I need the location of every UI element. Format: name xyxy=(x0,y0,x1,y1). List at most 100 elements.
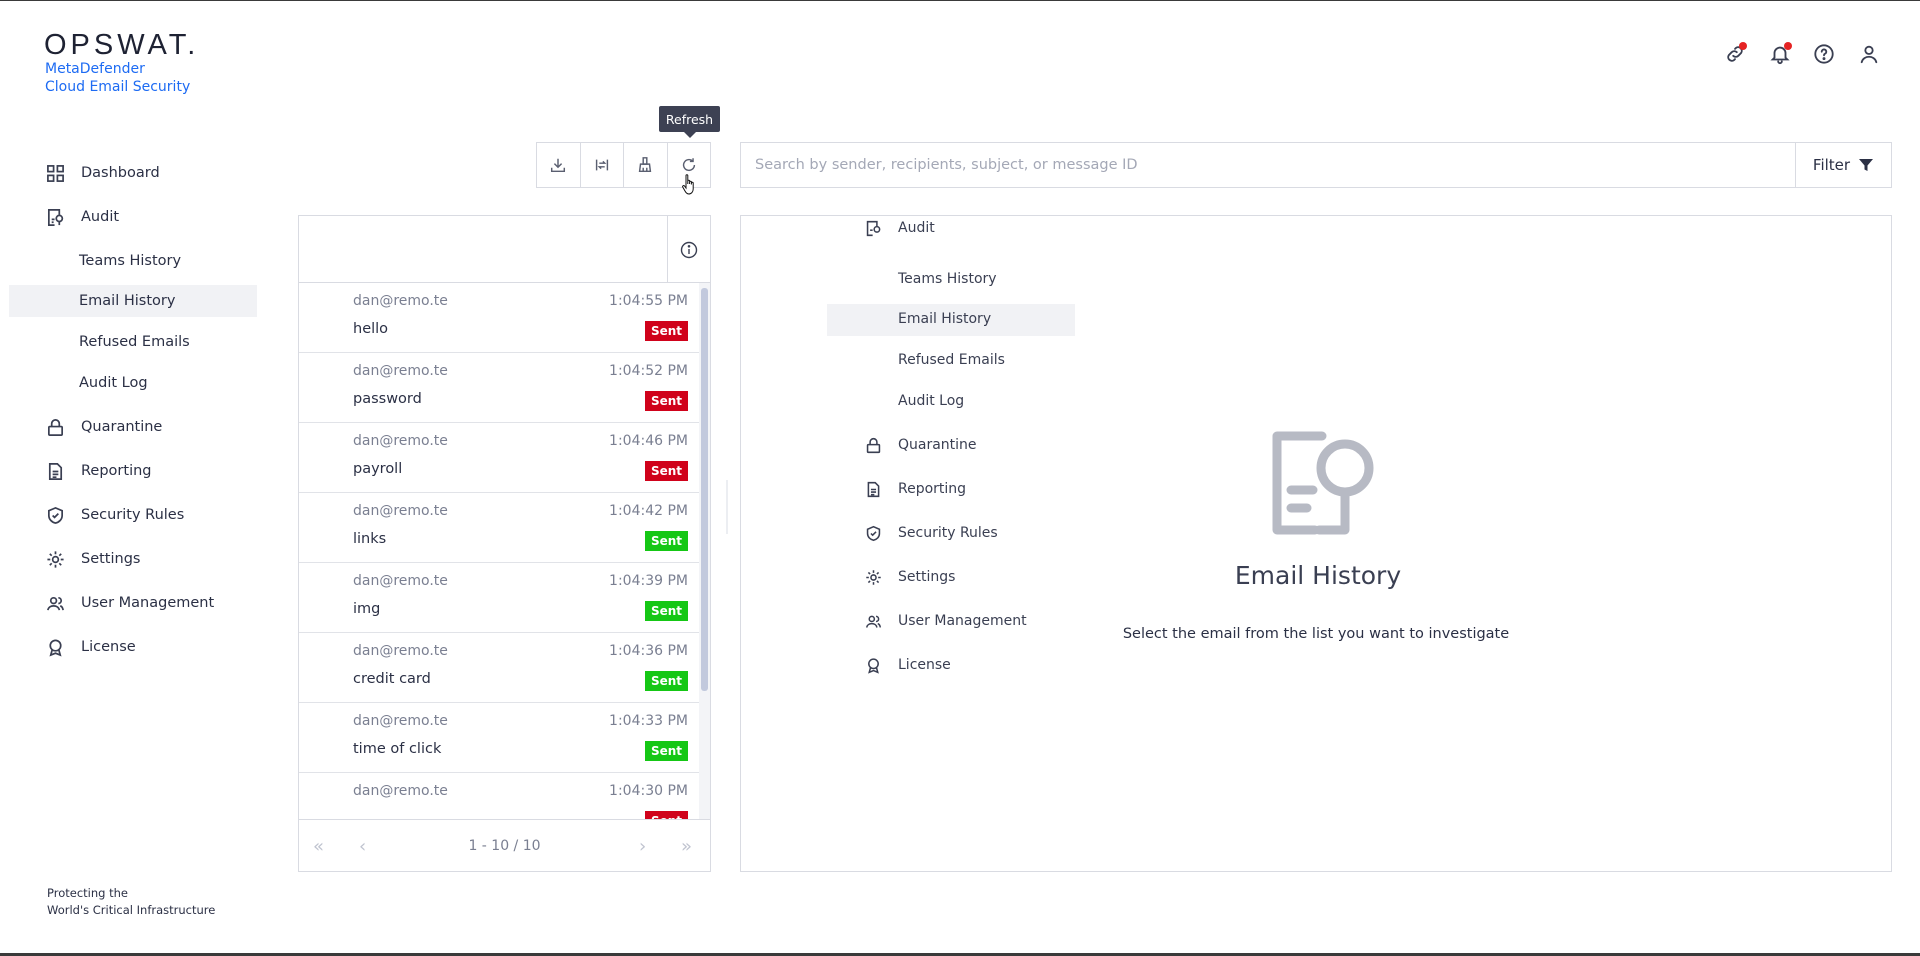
sidebar-item-label: Security Rules xyxy=(81,507,185,523)
email-sender: dan@remo.te xyxy=(353,293,448,309)
info-icon xyxy=(680,241,698,258)
email-row[interactable]: dan@remo.te 1:04:46 PM payroll Sent xyxy=(299,423,699,493)
email-sender: dan@remo.te xyxy=(353,643,448,659)
ghost-nav-audit: Audit xyxy=(864,216,935,241)
status-badge: Sent xyxy=(644,671,688,691)
filter-icon xyxy=(1859,159,1874,171)
pagination: « ‹ 1 - 10 / 10 › » xyxy=(299,819,710,871)
page-range: 1 - 10 / 10 xyxy=(468,838,541,854)
ghost-nav-audit-log: Audit Log xyxy=(898,393,965,409)
award-icon xyxy=(864,656,882,674)
gear-icon xyxy=(45,549,65,569)
email-row[interactable]: dan@remo.te 1:04:30 PM Sent xyxy=(299,773,699,819)
email-time: 1:04:33 PM xyxy=(609,713,688,729)
email-row[interactable]: dan@remo.te 1:04:42 PM links Sent xyxy=(299,493,699,563)
opswat-logo: OPSWAT. xyxy=(44,29,200,61)
sync-button[interactable] xyxy=(580,143,624,187)
product-name-line1: MetaDefender xyxy=(45,61,145,77)
sidebar-item-quarantine[interactable]: Quarantine xyxy=(45,413,162,441)
audit-icon xyxy=(864,219,882,237)
tagline-line2: World's Critical Infrastructure xyxy=(47,903,216,917)
sync-icon xyxy=(595,159,608,171)
bell-icon[interactable] xyxy=(1766,40,1794,68)
sidebar-item-label: Reporting xyxy=(81,463,152,479)
next-page-button[interactable]: › xyxy=(639,836,646,857)
email-detail-panel: Audit Teams History Email History Refuse… xyxy=(740,215,1892,872)
status-badge: Sent xyxy=(644,601,688,621)
email-sender: dan@remo.te xyxy=(353,503,448,519)
shield-check-icon xyxy=(45,505,65,525)
audit-icon xyxy=(45,207,65,227)
email-row[interactable]: dan@remo.te 1:04:36 PM credit card Sent xyxy=(299,633,699,703)
users-icon xyxy=(45,593,65,613)
sidebar-item-security-rules[interactable]: Security Rules xyxy=(45,501,184,529)
email-time: 1:04:55 PM xyxy=(609,293,688,309)
panel-resize-handle[interactable] xyxy=(726,480,728,534)
email-list-panel: dan@remo.te 1:04:55 PM hello Sent dan@re… xyxy=(298,215,711,872)
sidebar-item-user-management[interactable]: User Management xyxy=(45,589,214,617)
cleanup-icon xyxy=(639,157,652,173)
email-time: 1:04:36 PM xyxy=(609,643,688,659)
email-time: 1:04:52 PM xyxy=(609,363,688,379)
sidebar-item-label: License xyxy=(81,639,136,655)
cleanup-button[interactable] xyxy=(624,143,668,187)
email-row[interactable]: dan@remo.te 1:04:39 PM img Sent xyxy=(299,563,699,633)
email-time: 1:04:39 PM xyxy=(609,573,688,589)
help-icon[interactable] xyxy=(1810,40,1838,68)
notification-dot xyxy=(1784,42,1792,50)
search-box xyxy=(740,142,1797,188)
ghost-nav-email-history: Email History xyxy=(898,311,992,327)
sidebar-item-teams-history[interactable]: Teams History xyxy=(79,247,181,275)
report-icon xyxy=(45,461,65,481)
status-badge: Sent xyxy=(644,391,688,411)
sidebar-item-label: Settings xyxy=(81,551,141,567)
email-subject: payroll xyxy=(353,461,403,477)
ghost-nav-security-rules: Security Rules xyxy=(864,520,998,546)
sidebar-item-license[interactable]: License xyxy=(45,633,136,661)
ghost-nav-license: License xyxy=(864,652,951,678)
sidebar-item-settings[interactable]: Settings xyxy=(45,545,140,573)
email-sender: dan@remo.te xyxy=(353,573,448,589)
email-time: 1:04:46 PM xyxy=(609,433,688,449)
email-row[interactable]: dan@remo.te 1:04:55 PM hello Sent xyxy=(299,283,699,353)
email-time: 1:04:30 PM xyxy=(609,783,688,799)
download-icon xyxy=(551,158,566,173)
list-scrollbar-thumb[interactable] xyxy=(701,288,708,691)
email-rows: dan@remo.te 1:04:55 PM hello Sent dan@re… xyxy=(299,283,699,819)
sidebar-item-label: Quarantine xyxy=(81,419,163,435)
hand-cursor-icon xyxy=(682,174,694,195)
sidebar-item-reporting[interactable]: Reporting xyxy=(45,457,152,485)
status-badge: Sent xyxy=(644,461,688,481)
email-subject: hello xyxy=(353,321,389,337)
report-icon xyxy=(864,480,882,498)
sidebar-item-audit[interactable]: Audit xyxy=(45,203,119,231)
email-subject: img xyxy=(353,601,381,617)
sidebar-item-refused-emails[interactable]: Refused Emails xyxy=(79,328,190,356)
status-badge: Sent xyxy=(644,531,688,551)
email-subject: password xyxy=(353,391,422,407)
lock-icon xyxy=(45,417,65,437)
email-list-header xyxy=(299,216,710,283)
download-button[interactable] xyxy=(537,143,581,187)
ghost-nav-refused-emails: Refused Emails xyxy=(898,352,1005,368)
sidebar-item-dashboard[interactable]: Dashboard xyxy=(45,159,160,187)
link-icon[interactable] xyxy=(1721,40,1749,68)
last-page-button[interactable]: » xyxy=(681,836,692,857)
ghost-nav-reporting: Reporting xyxy=(864,476,966,502)
email-row[interactable]: dan@remo.te 1:04:33 PM time of click Sen… xyxy=(299,703,699,773)
email-sender: dan@remo.te xyxy=(353,783,448,799)
award-icon xyxy=(45,637,65,657)
notification-dot xyxy=(1739,42,1747,50)
email-audit-icon xyxy=(1272,431,1374,535)
empty-state-title: Email History xyxy=(1234,561,1402,590)
filter-button[interactable]: Filter xyxy=(1795,142,1892,188)
info-button[interactable] xyxy=(667,216,710,283)
shield-check-icon xyxy=(864,524,882,542)
sidebar-item-email-history[interactable]: Email History xyxy=(79,287,175,315)
search-input[interactable] xyxy=(741,143,1797,187)
ghost-nav-quarantine: Quarantine xyxy=(864,432,977,458)
sidebar-item-audit-log[interactable]: Audit Log xyxy=(79,369,148,397)
user-icon[interactable] xyxy=(1855,40,1883,68)
email-row[interactable]: dan@remo.te 1:04:52 PM password Sent xyxy=(299,353,699,423)
refresh-icon xyxy=(682,158,695,172)
